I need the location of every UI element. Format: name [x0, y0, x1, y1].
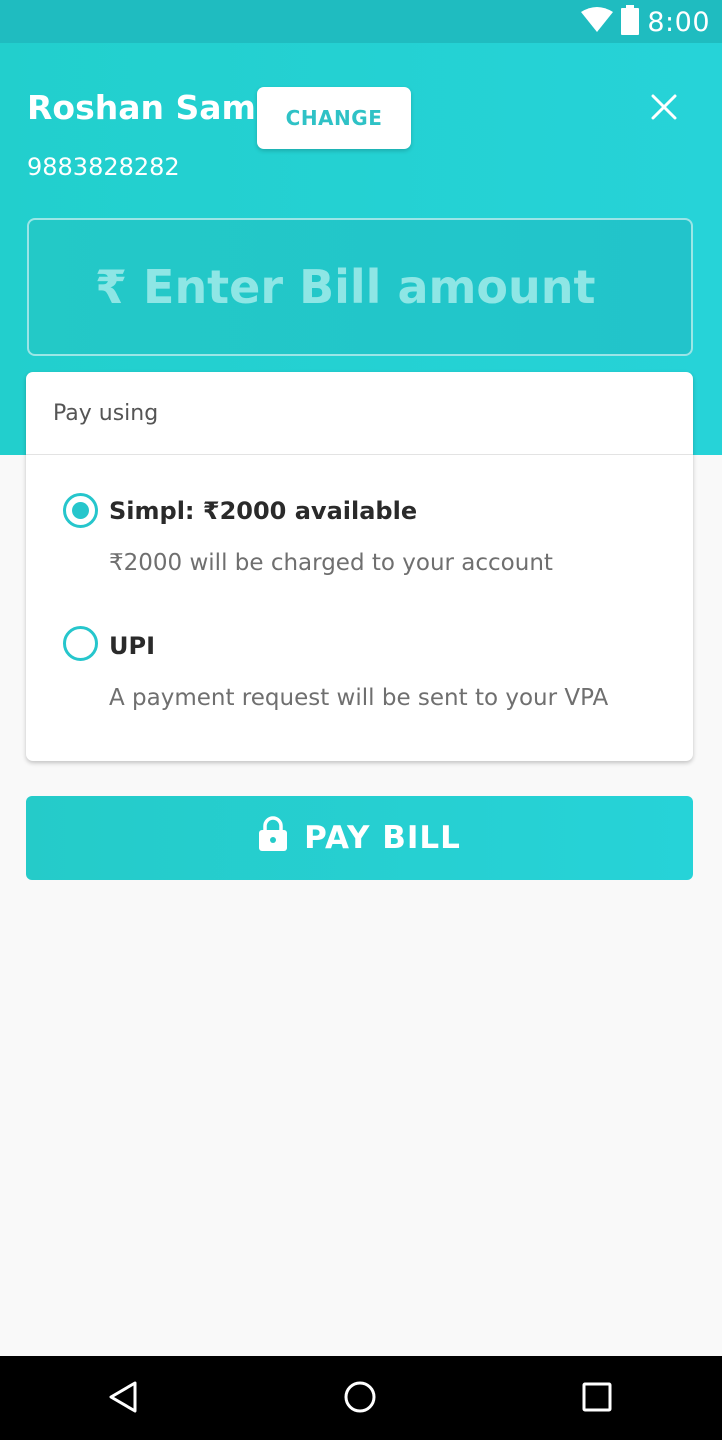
- close-button[interactable]: [644, 88, 684, 128]
- upi-radio[interactable]: [63, 626, 98, 661]
- back-icon: [107, 1380, 139, 1417]
- upi-option-title: UPI: [109, 632, 156, 660]
- status-icons: 8:00: [581, 4, 710, 40]
- rupee-symbol: ₹: [95, 260, 128, 314]
- bill-amount-input[interactable]: ₹ Enter Bill amount: [27, 218, 693, 356]
- pay-bill-button[interactable]: PAY BILL: [26, 796, 693, 880]
- change-button[interactable]: CHANGE: [257, 87, 411, 149]
- back-button[interactable]: [102, 1377, 144, 1419]
- user-name: Roshan Sam: [27, 88, 256, 127]
- pay-bill-label: PAY BILL: [304, 820, 461, 856]
- lock-icon: [258, 816, 288, 860]
- payment-option-simpl[interactable]: Simpl: ₹2000 available ₹2000 will be cha…: [26, 476, 693, 586]
- wifi-icon: [581, 6, 614, 38]
- user-phone: 9883828282: [27, 153, 180, 181]
- payment-method-card: Pay using Simpl: ₹2000 available ₹2000 w…: [26, 372, 693, 761]
- navigation-bar: [0, 1356, 722, 1440]
- home-button[interactable]: [339, 1377, 381, 1419]
- battery-icon: [621, 4, 640, 40]
- bill-amount-placeholder: Enter Bill amount: [143, 260, 596, 314]
- recents-icon: [582, 1382, 612, 1415]
- home-icon: [343, 1380, 377, 1417]
- simpl-radio[interactable]: [63, 493, 98, 528]
- close-icon: [651, 94, 677, 123]
- status-time: 8:00: [647, 6, 710, 38]
- status-bar: 8:00: [0, 0, 722, 43]
- payment-card-title: Pay using: [26, 372, 693, 455]
- payment-option-upi[interactable]: UPI A payment request will be sent to yo…: [26, 612, 693, 722]
- upi-option-description: A payment request will be sent to your V…: [109, 685, 609, 711]
- simpl-option-title: Simpl: ₹2000 available: [109, 497, 418, 525]
- simpl-option-description: ₹2000 will be charged to your account: [109, 550, 553, 576]
- recents-button[interactable]: [576, 1377, 618, 1419]
